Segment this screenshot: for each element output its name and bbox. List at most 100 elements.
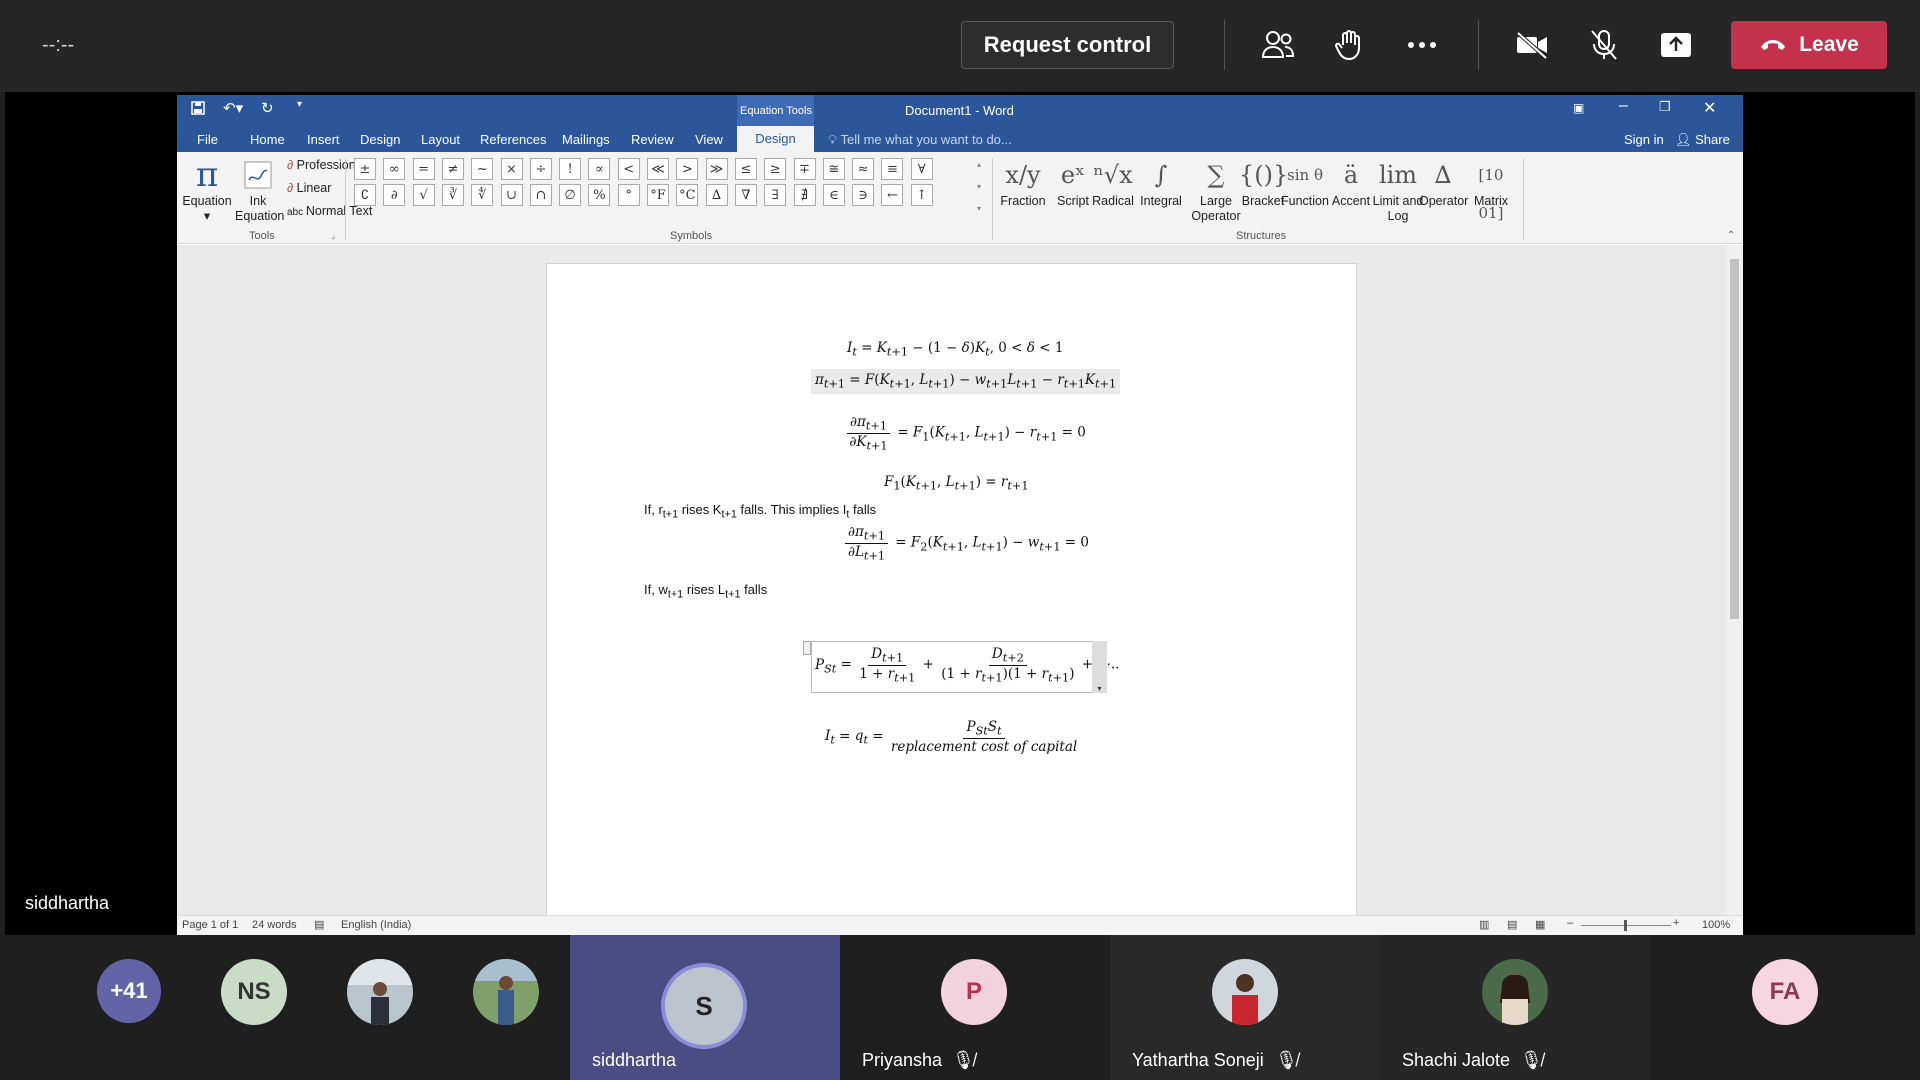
symbols-scroll-down-icon[interactable]: ▾ [977, 182, 981, 191]
structure-bracket-button[interactable]: {()} Bracket [1239, 156, 1288, 209]
symbol-button[interactable]: ∈ [822, 184, 845, 206]
symbol-button[interactable]: ∁ [354, 184, 376, 206]
normal-text-button[interactable]: abc Normal Text [287, 204, 372, 220]
symbol-button[interactable]: = [412, 158, 435, 180]
dialog-launcher-icon[interactable]: ⌟ [331, 230, 335, 241]
equation-profit[interactable]: πt+1 = F(Kt+1, Lt+1) − wt+1Lt+1 − rt+1Kt… [811, 369, 1121, 394]
tab-file[interactable]: File [197, 132, 218, 147]
structure-accent-button[interactable]: ä Accent [1327, 156, 1375, 209]
collapse-ribbon-icon[interactable]: ⌃ [1727, 230, 1735, 241]
equation-handle-icon[interactable] [803, 641, 811, 655]
symbol-button[interactable]: ← [881, 184, 904, 206]
symbol-button[interactable]: ≅ [822, 158, 845, 180]
avatar-fa[interactable]: FA [1752, 959, 1818, 1025]
symbol-button[interactable]: ∜ [471, 184, 494, 206]
symbol-button[interactable]: √ [412, 184, 435, 206]
customize-qat-icon[interactable]: ▾ [297, 99, 302, 110]
participant-tile-yathartha[interactable]: Yathartha Soneji 🎙︎̸ [1110, 935, 1380, 1080]
symbol-button[interactable]: ∀ [910, 158, 933, 180]
symbol-button[interactable]: ∆ [705, 184, 728, 206]
avatar-photo-2[interactable] [473, 959, 539, 1025]
read-mode-icon[interactable]: ▥ [1479, 918, 1489, 931]
web-layout-icon[interactable]: ▦ [1535, 918, 1545, 931]
equation-options-icon[interactable]: ▾ [1092, 641, 1107, 693]
structure-fraction-button[interactable]: x/y Fraction [999, 156, 1047, 209]
print-layout-icon[interactable]: ▤ [1507, 918, 1517, 931]
participant-tile-siddhartha[interactable]: S siddhartha [570, 935, 840, 1080]
symbol-button[interactable]: ∛ [441, 184, 464, 206]
structure-operator-button[interactable]: ∆ Operator [1419, 156, 1468, 209]
symbol-button[interactable]: ≡ [881, 158, 904, 180]
mic-muted-icon[interactable] [1582, 24, 1626, 66]
symbol-button[interactable]: ≥ [764, 158, 787, 180]
tab-design[interactable]: Design [360, 132, 400, 147]
symbol-button[interactable]: ≈ [852, 158, 875, 180]
tab-references[interactable]: References [480, 132, 546, 147]
undo-icon[interactable]: ↶▾ [223, 99, 243, 117]
symbol-button[interactable]: ∩ [529, 184, 552, 206]
ink-equation-button[interactable]: Ink Equation [235, 156, 284, 224]
equation-investment[interactable]: It = Kt+1 − (1 − δ)Kt, 0 < δ < 1 [847, 340, 1063, 359]
symbol-button[interactable]: ∓ [793, 158, 816, 180]
symbol-button[interactable]: ≪ [647, 158, 669, 180]
symbol-button[interactable]: ∅ [559, 184, 582, 206]
equation-foc-labor[interactable]: ∂πt+1 ∂Lt+1 = F2(Kt+1, Lt+1) − wt+1 = 0 [842, 524, 1089, 562]
symbols-more-icon[interactable]: ▾ [977, 204, 981, 213]
request-control-button[interactable]: Request control [961, 21, 1174, 69]
camera-off-icon[interactable] [1510, 24, 1554, 66]
symbol-button[interactable]: ≫ [705, 158, 728, 180]
symbol-button[interactable]: ! [559, 158, 582, 180]
zoom-slider-thumb[interactable] [1624, 920, 1627, 931]
save-icon[interactable] [191, 101, 205, 118]
symbol-button[interactable]: ↑ [910, 184, 933, 206]
symbol-button[interactable]: °C [676, 184, 699, 206]
leave-button[interactable]: Leave [1731, 21, 1887, 69]
tab-insert[interactable]: Insert [307, 132, 340, 147]
close-icon[interactable]: ✕ [1703, 98, 1716, 118]
zoom-level[interactable]: 100% [1702, 919, 1730, 931]
symbol-button[interactable]: ∂ [383, 184, 406, 206]
document-page[interactable]: It = Kt+1 − (1 − δ)Kt, 0 < δ < 1 πt+1 = … [546, 263, 1357, 923]
symbol-button[interactable]: ∪ [500, 184, 523, 206]
page-count[interactable]: Page 1 of 1 [182, 919, 238, 931]
symbol-button[interactable]: ∝ [588, 158, 611, 180]
more-options-icon[interactable] [1400, 24, 1444, 66]
tab-mailings[interactable]: Mailings [562, 132, 610, 147]
scrollbar-thumb[interactable] [1730, 259, 1739, 619]
redo-icon[interactable]: ↻ [261, 99, 274, 117]
raise-hand-icon[interactable] [1328, 24, 1372, 66]
equation-marginal-product-capital[interactable]: F1(Kt+1, Lt+1) = rt+1 [884, 474, 1029, 493]
symbols-scroll-up-icon[interactable]: ▴ [977, 160, 981, 169]
structure-integral-button[interactable]: ∫ Integral [1137, 156, 1185, 209]
symbol-button[interactable]: ~ [471, 158, 494, 180]
symbol-button[interactable]: ÷ [529, 158, 552, 180]
participant-tile-shachi[interactable]: Shachi Jalote 🎙︎̸ [1380, 935, 1650, 1080]
avatar-ns[interactable]: NS [221, 959, 287, 1025]
equation-stock-price-editing[interactable]: PSt = Dt+1 1 + rt+1 + Dt+2 (1 + rt+1)(1 + … [811, 641, 1119, 693]
tell-me-search[interactable]: 💡︎ Tell me what you want to do... [828, 132, 1012, 148]
symbol-button[interactable]: ∞ [383, 158, 406, 180]
tab-equation-design[interactable]: Design [737, 126, 814, 152]
minimize-icon[interactable]: – [1619, 97, 1628, 115]
tab-layout[interactable]: Layout [421, 132, 460, 147]
symbol-button[interactable]: × [500, 158, 523, 180]
avatar-photo-1[interactable] [347, 959, 413, 1025]
proofing-icon[interactable]: ▤ [314, 918, 324, 931]
symbol-button[interactable]: ∇ [734, 184, 757, 206]
symbol-button[interactable]: ∄ [793, 184, 816, 206]
overflow-participants-button[interactable]: +41 [97, 959, 161, 1023]
sign-in-link[interactable]: Sign in [1624, 132, 1664, 147]
zoom-in-icon[interactable]: + [1673, 917, 1679, 929]
word-count[interactable]: 24 words [252, 919, 297, 931]
restore-icon[interactable]: ❐ [1659, 99, 1671, 115]
symbol-button[interactable]: °F [647, 184, 669, 206]
symbol-button[interactable]: % [588, 184, 611, 206]
symbol-button[interactable]: ± [354, 158, 376, 180]
equation-tobins-q[interactable]: It = qt = PStSt replacement cost of capit… [825, 719, 1080, 755]
linear-button[interactable]: ∂ Linear [287, 181, 331, 196]
share-screen-icon[interactable] [1654, 24, 1698, 66]
vertical-scrollbar[interactable] [1726, 245, 1743, 915]
equation-foc-capital[interactable]: ∂πt+1 ∂Kt+1 = F1(Kt+1, Lt+1) − rt+1 = 0 [844, 414, 1086, 452]
structure-radical-button[interactable]: ⁿ√x Radical [1089, 156, 1137, 209]
tab-home[interactable]: Home [250, 132, 285, 147]
